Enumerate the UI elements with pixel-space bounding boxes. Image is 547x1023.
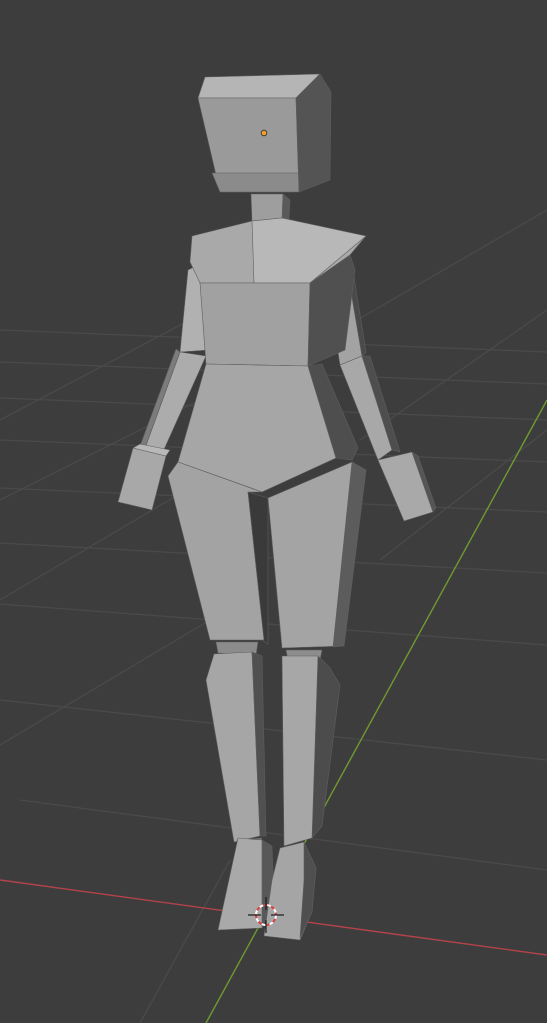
neck[interactable] [250, 193, 291, 223]
torso-chest[interactable] [189, 217, 367, 367]
3d-viewport[interactable] [0, 0, 547, 1023]
object-origin-point [260, 129, 268, 137]
